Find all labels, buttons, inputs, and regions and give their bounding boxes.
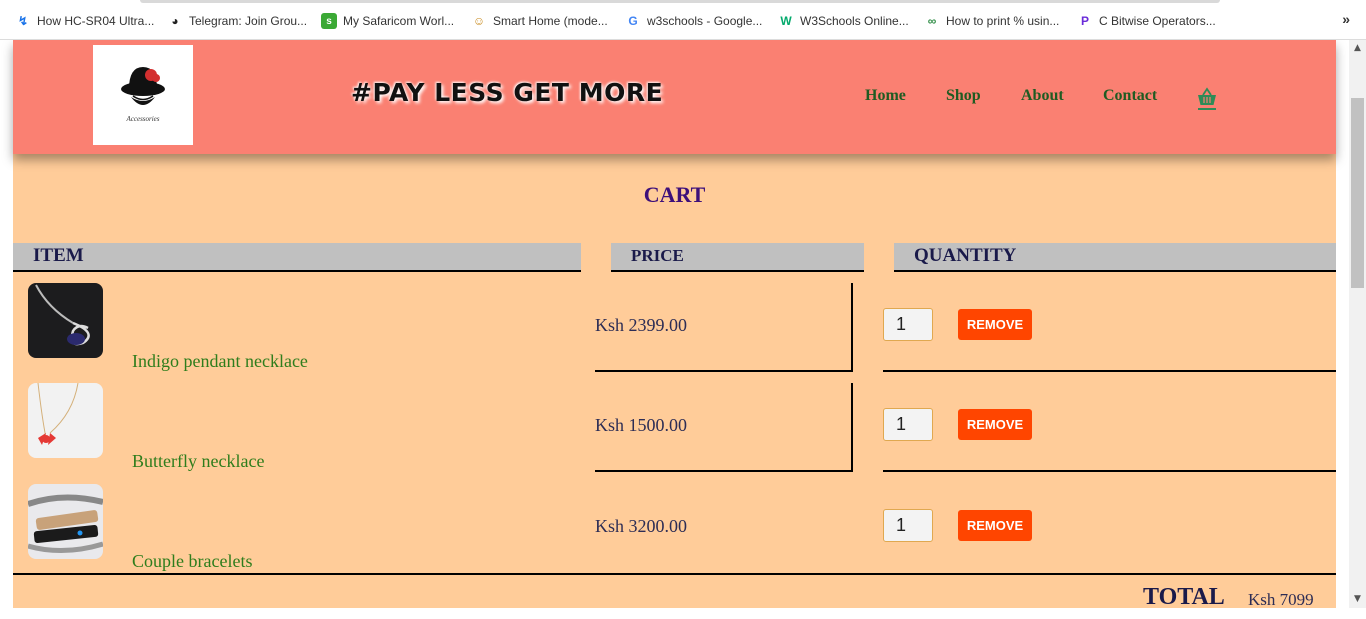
basket-icon xyxy=(1198,87,1216,110)
butterfly-necklace-image xyxy=(28,383,103,458)
browser-viewport: Accessories #PAY LESS GET MORE Home Shop… xyxy=(0,40,1366,608)
safaricom-icon: s xyxy=(321,13,337,29)
quantity-input[interactable]: 1 xyxy=(883,509,933,542)
site-header: Accessories #PAY LESS GET MORE Home Shop… xyxy=(13,40,1336,154)
bottom-edge xyxy=(0,608,1366,619)
total-divider xyxy=(13,573,1336,575)
logo-caption: Accessories xyxy=(125,115,159,123)
bookmark-8[interactable]: P C Bitwise Operators... xyxy=(1077,11,1216,31)
globe-icon: ◕ xyxy=(171,14,179,28)
quantity-cell-border xyxy=(883,470,1336,472)
hat-logo-icon: Accessories xyxy=(121,67,165,123)
item-name: Indigo pendant necklace xyxy=(132,351,308,371)
bookmark-label: Smart Home (mode... xyxy=(493,14,608,28)
bookmark-5[interactable]: G w3schools - Google... xyxy=(625,11,762,31)
nav-home[interactable]: Home xyxy=(865,87,906,105)
bookmark-2[interactable]: ◕ Telegram: Join Grou... xyxy=(167,11,307,31)
bookmark-1[interactable]: ↯ How HC-SR04 Ultra... xyxy=(15,11,154,31)
bookmark-label: How HC-SR04 Ultra... xyxy=(37,14,155,28)
remove-button[interactable]: REMOVE xyxy=(958,309,1032,340)
column-header-item: ITEM xyxy=(13,243,581,272)
bookmark-label: Telegram: Join Grou... xyxy=(189,14,308,28)
quantity-cell-border xyxy=(883,370,1336,372)
bookmark-4[interactable]: ☺ Smart Home (mode... xyxy=(471,11,608,31)
scroll-down-arrow-icon[interactable]: ▼ xyxy=(1349,591,1366,608)
scroll-up-arrow-icon[interactable]: ▲ xyxy=(1349,40,1366,57)
bookmark-7[interactable]: ∞ How to print % usin... xyxy=(924,11,1060,31)
quantity-input[interactable]: 1 xyxy=(883,408,933,441)
w3schools-icon: W xyxy=(780,14,792,28)
total-value: Ksh 7099 xyxy=(1248,590,1314,608)
remove-button[interactable]: REMOVE xyxy=(958,409,1032,440)
bookmark-3[interactable]: s My Safaricom Worl... xyxy=(321,11,454,31)
brand-logo[interactable]: Accessories xyxy=(93,45,193,145)
bookmark-label: C Bitwise Operators... xyxy=(1099,14,1216,28)
couple-bracelets-image xyxy=(28,484,103,559)
total-label: TOTAL xyxy=(1143,584,1225,608)
item-price: Ksh 2399.00 xyxy=(595,315,688,335)
remove-button[interactable]: REMOVE xyxy=(958,510,1032,541)
geeksforgeeks-icon: ∞ xyxy=(927,14,937,28)
item-price: Ksh 1500.00 xyxy=(595,415,688,435)
item-name: Butterfly necklace xyxy=(132,451,265,471)
shop-page: Accessories #PAY LESS GET MORE Home Shop… xyxy=(13,40,1336,608)
lightning-icon: ↯ xyxy=(17,14,29,28)
bookmarks-bar: ↯ How HC-SR04 Ultra... ◕ Telegram: Join … xyxy=(0,0,1366,40)
nav-contact[interactable]: Contact xyxy=(1103,87,1157,105)
item-price: Ksh 3200.00 xyxy=(595,516,688,536)
quantity-input[interactable]: 1 xyxy=(883,308,933,341)
column-header-price: PRICE xyxy=(611,243,864,272)
bookmark-label: W3Schools Online... xyxy=(800,14,909,28)
bookmark-label: My Safaricom Worl... xyxy=(343,14,455,28)
site-slogan: #PAY LESS GET MORE xyxy=(351,78,664,107)
tab-strip-edge xyxy=(140,0,1220,3)
google-icon: G xyxy=(628,14,638,28)
smart-home-icon: ☺ xyxy=(472,14,486,28)
nav-shop[interactable]: Shop xyxy=(946,87,981,105)
cart-link[interactable] xyxy=(1197,87,1217,111)
programiz-icon: P xyxy=(1080,14,1089,28)
bookmark-label: w3schools - Google... xyxy=(647,14,763,28)
bookmark-6[interactable]: W W3Schools Online... xyxy=(778,11,909,31)
scrollbar-thumb[interactable] xyxy=(1351,98,1364,288)
nav-about[interactable]: About xyxy=(1021,87,1064,105)
item-name: Couple bracelets xyxy=(132,551,253,571)
vertical-scrollbar[interactable]: ▲ ▼ xyxy=(1349,40,1366,608)
indigo-pendant-image xyxy=(28,283,103,358)
cart-title: CART xyxy=(643,182,706,207)
bookmark-label: How to print % usin... xyxy=(946,14,1060,28)
bookmarks-overflow-button[interactable]: » xyxy=(1342,11,1350,27)
column-header-quantity: QUANTITY xyxy=(894,243,1336,272)
